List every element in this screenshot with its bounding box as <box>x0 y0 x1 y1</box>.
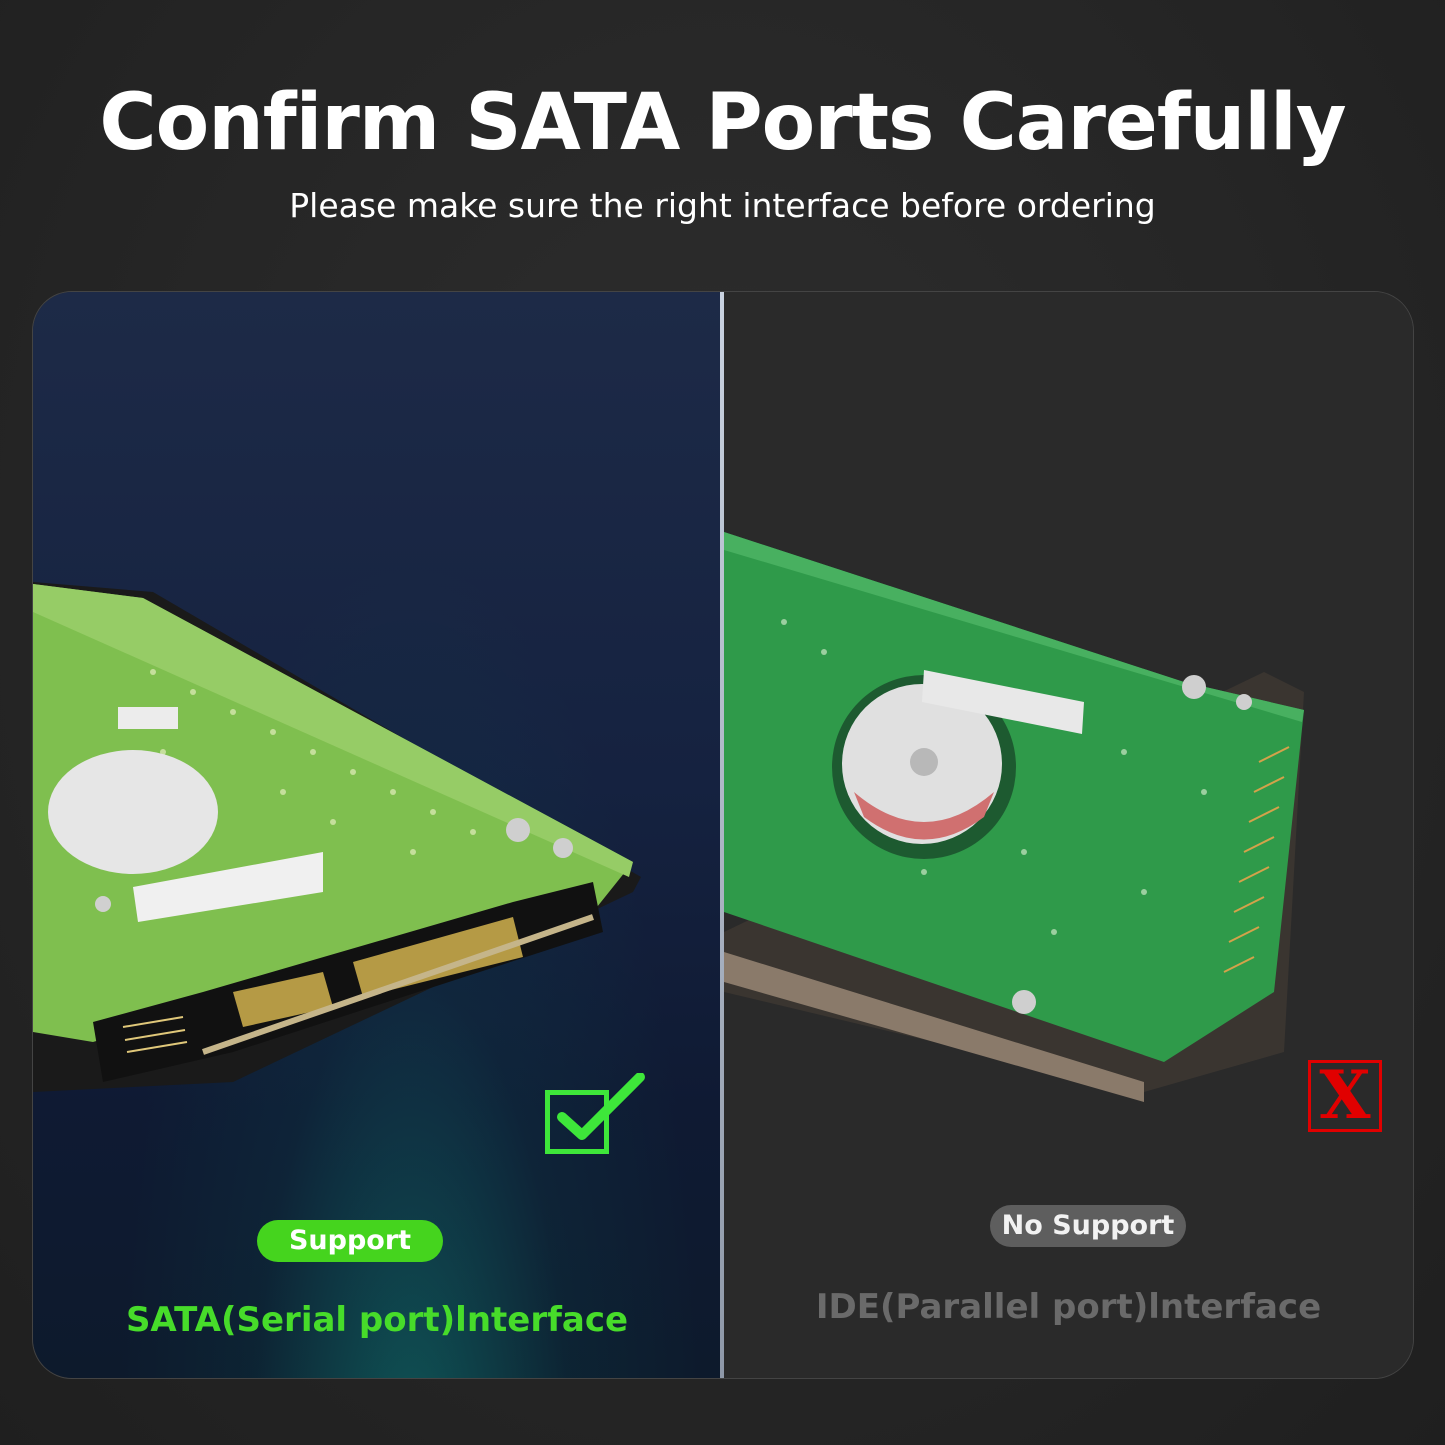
no-support-x-icon: X <box>1308 1060 1382 1132</box>
sata-panel: Support SATA(Serial port)lnterface <box>33 292 721 1378</box>
sata-interface-label: SATA(Serial port)lnterface <box>125 1300 629 1340</box>
page-subtitle: Please make sure the right interface bef… <box>289 186 1156 225</box>
comparison-card: Support SATA(Serial port)lnterface X No … <box>32 291 1414 1379</box>
no-support-badge: No Support <box>990 1205 1186 1247</box>
page-title: Confirm SATA Ports Carefully <box>99 78 1346 168</box>
ide-panel: X No Support IDE(Parallel port)lnterface <box>724 292 1413 1378</box>
sata-hdd-illustration <box>33 582 641 1092</box>
support-check-icon <box>545 1073 645 1154</box>
ide-interface-label: IDE(Parallel port)lnterface <box>815 1287 1322 1327</box>
support-badge: Support <box>257 1220 443 1262</box>
